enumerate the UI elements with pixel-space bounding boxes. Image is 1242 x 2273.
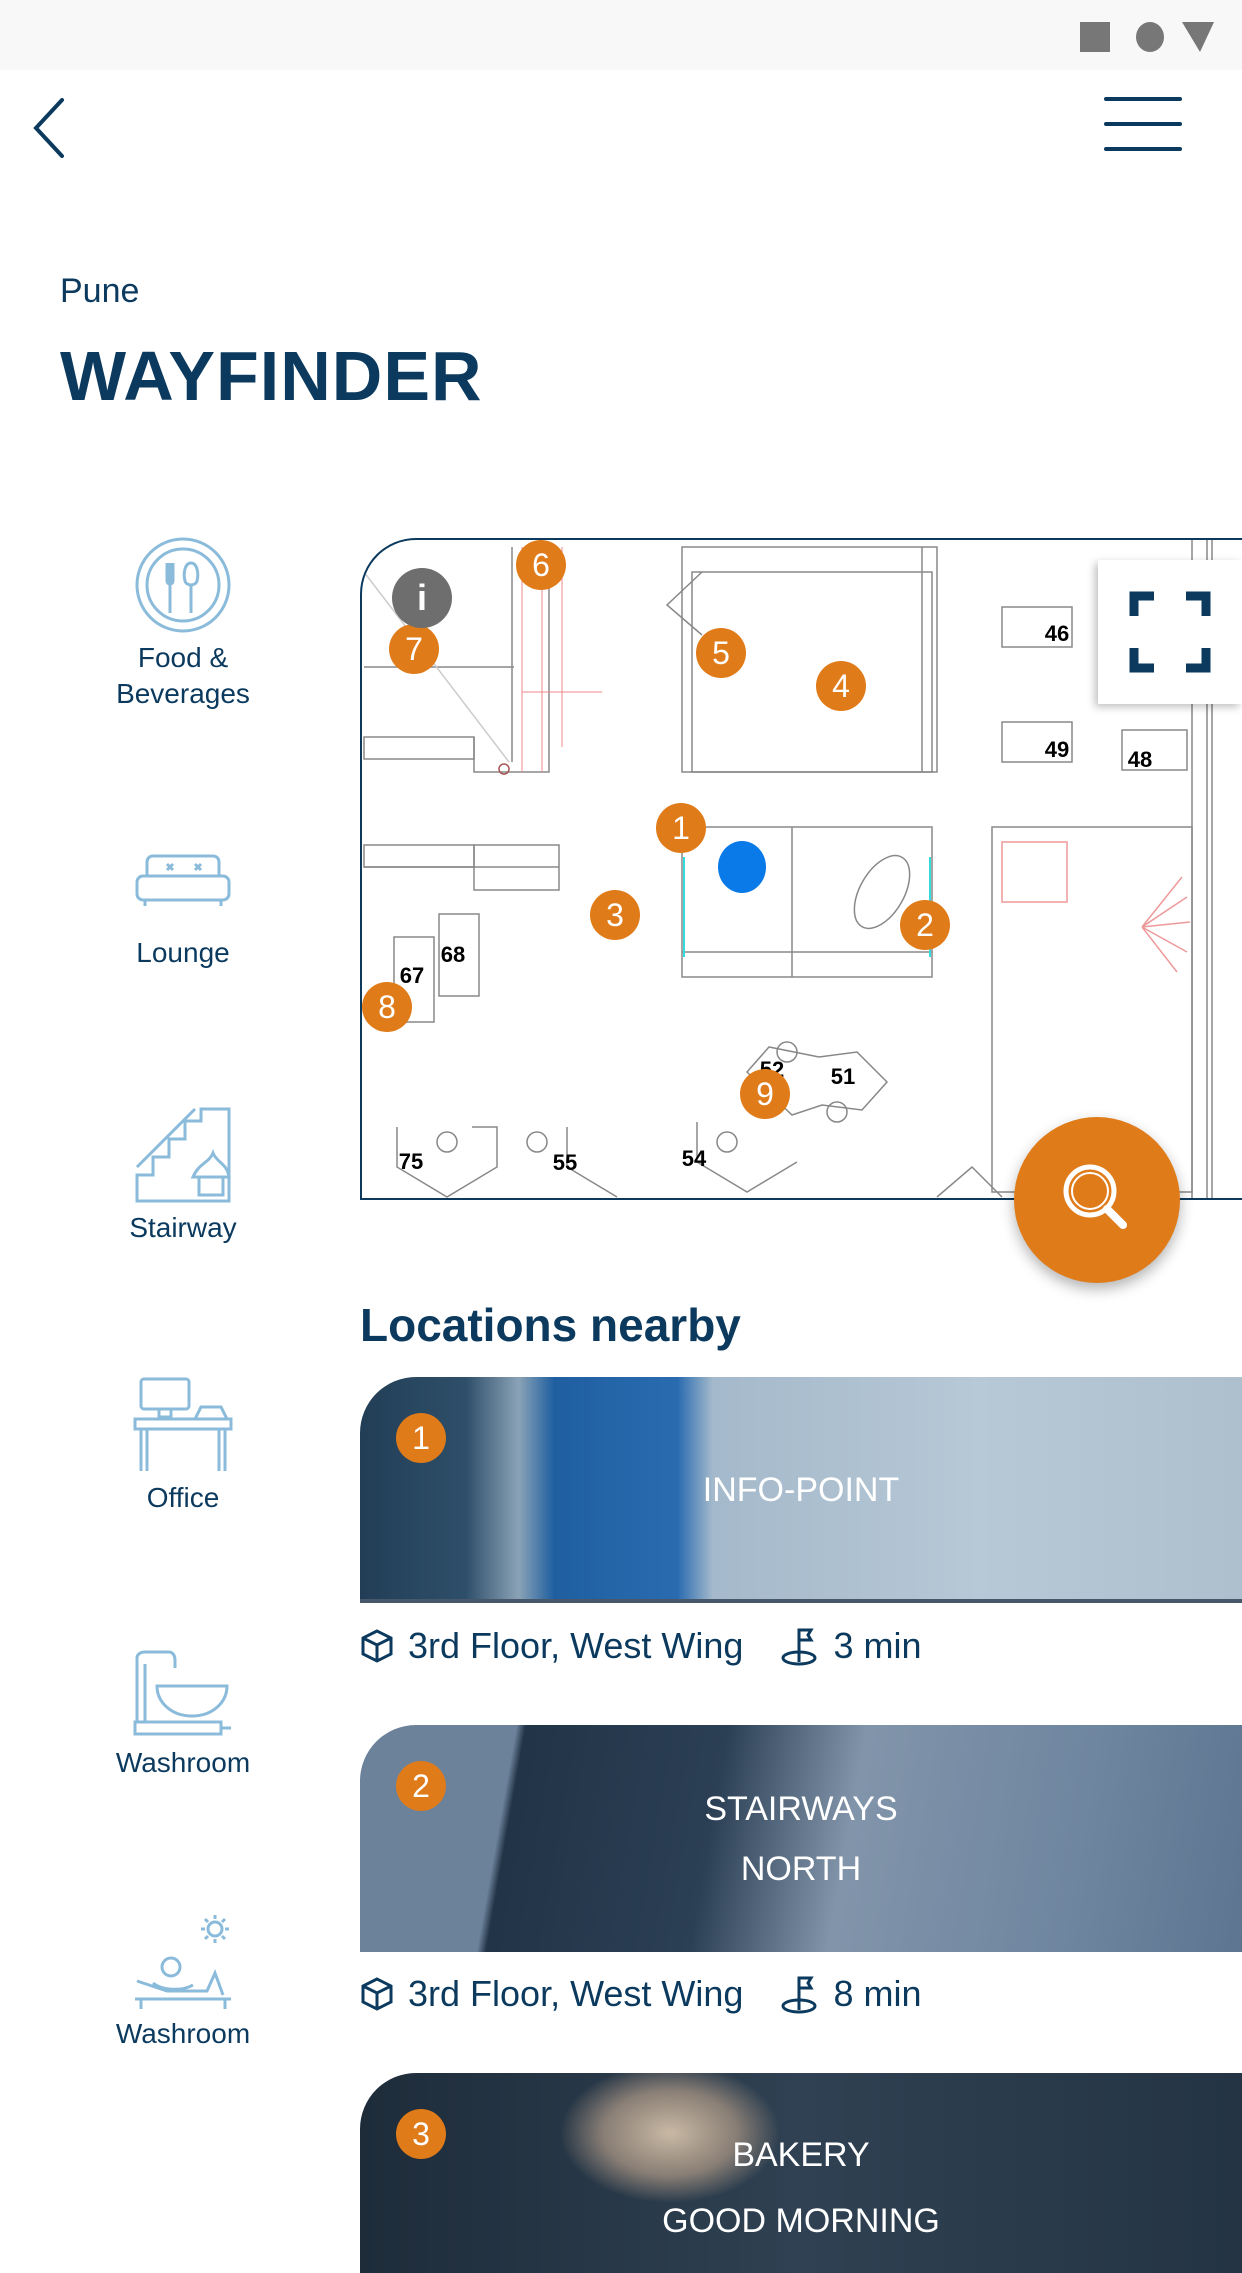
chevron-left-icon — [33, 98, 64, 158]
card-title: BAKERY — [732, 2136, 870, 2174]
desk-label: 51 — [830, 1064, 856, 1089]
sunbed-icon — [135, 1915, 231, 2009]
sofa-icon — [135, 854, 231, 906]
triangle-icon — [1182, 22, 1214, 52]
map-marker-9[interactable]: 9 — [740, 1069, 790, 1119]
office-desk-icon — [133, 1377, 233, 1471]
search-button[interactable] — [1014, 1117, 1180, 1283]
desk-label: 55 — [552, 1150, 578, 1175]
card-meta: 3rd Floor, West Wing 3 min — [360, 1622, 921, 1670]
sidebar-label: Washroom — [115, 2018, 251, 2049]
card-number-badge: 1 — [396, 1413, 446, 1463]
sidebar-item-washroom[interactable]: Washroom — [83, 1650, 283, 1781]
sidebar-item-washroom-2[interactable]: Washroom — [83, 1915, 283, 2052]
location-card-3[interactable]: BAKERY GOOD MORNING — [360, 2073, 1242, 2273]
section-heading: Locations nearby — [360, 1299, 741, 1351]
sidebar-label: Washroom — [115, 1747, 251, 1778]
sidebar-label: Office — [146, 1482, 220, 1513]
washbasin-icon — [133, 1650, 231, 1736]
card-floor: 3rd Floor, West Wing — [408, 1625, 744, 1666]
info-icon[interactable]: i — [392, 568, 452, 628]
location-card-2[interactable]: STAIRWAYS NORTH — [360, 1725, 1242, 1952]
card-number-badge: 2 — [396, 1761, 446, 1811]
sidebar-label: Stairway — [129, 1212, 237, 1243]
walking-flag-icon — [781, 1976, 817, 2014]
expand-icon — [1129, 591, 1211, 673]
map-marker-5[interactable]: 5 — [696, 628, 746, 678]
city-label: Pune — [60, 272, 140, 310]
fullscreen-button[interactable] — [1098, 560, 1242, 704]
sidebar-item-stairway[interactable]: Stairway — [83, 1105, 283, 1246]
desk-label: 46 — [1044, 621, 1070, 646]
card-title: STAIRWAYS — [704, 1790, 898, 1828]
sidebar-item-lounge[interactable]: Lounge — [83, 850, 283, 971]
map-marker-6[interactable]: 6 — [516, 540, 566, 590]
sidebar-label: Food & Beverages — [116, 642, 250, 709]
sidebar-item-food[interactable]: Food & Beverages — [83, 535, 283, 712]
current-location-dot — [718, 841, 766, 893]
card-time: 3 min — [833, 1625, 922, 1666]
desk-label: 54 — [681, 1146, 707, 1171]
map-marker-4[interactable]: 4 — [816, 661, 866, 711]
sidebar-item-office[interactable]: Office — [83, 1375, 283, 1516]
card-subtitle: NORTH — [740, 1850, 862, 1888]
card-number-badge: 3 — [396, 2109, 446, 2159]
food-icon — [135, 537, 231, 633]
map-marker-1[interactable]: 1 — [656, 803, 706, 853]
square-icon — [1080, 22, 1110, 52]
map-marker-7[interactable]: 7 — [389, 624, 439, 674]
sidebar-label: Lounge — [136, 937, 230, 968]
card-meta: 3rd Floor, West Wing 8 min — [360, 1970, 921, 2018]
cube-icon — [361, 1629, 393, 1663]
card-floor: 3rd Floor, West Wing — [408, 1973, 744, 2014]
card-time: 8 min — [833, 1973, 922, 2014]
map-marker-3[interactable]: 3 — [590, 890, 640, 940]
hamburger-icon — [1104, 97, 1182, 151]
desk-label: 75 — [398, 1149, 424, 1174]
card-title: INFO-POINT — [702, 1471, 900, 1509]
menu-button[interactable] — [1100, 92, 1186, 156]
desk-label: 49 — [1044, 737, 1070, 762]
card-subtitle: GOOD MORNING — [662, 2202, 940, 2240]
walking-flag-icon — [781, 1628, 817, 1666]
desk-label: 48 — [1127, 747, 1153, 772]
back-button[interactable] — [28, 96, 72, 160]
status-icons — [1080, 22, 1214, 52]
page-title: WAYFINDER — [60, 337, 483, 415]
stairway-icon — [135, 1107, 231, 1203]
location-card-1[interactable]: INFO-POINT — [360, 1377, 1242, 1603]
search-icon — [1063, 1164, 1127, 1229]
circle-icon — [1136, 22, 1164, 52]
cube-icon — [361, 1977, 393, 2011]
status-bar — [0, 0, 1242, 70]
map-marker-2[interactable]: 2 — [900, 900, 950, 950]
desk-label: 68 — [440, 942, 466, 967]
desk-label: 67 — [399, 963, 425, 988]
map-marker-8[interactable]: 8 — [362, 982, 412, 1032]
